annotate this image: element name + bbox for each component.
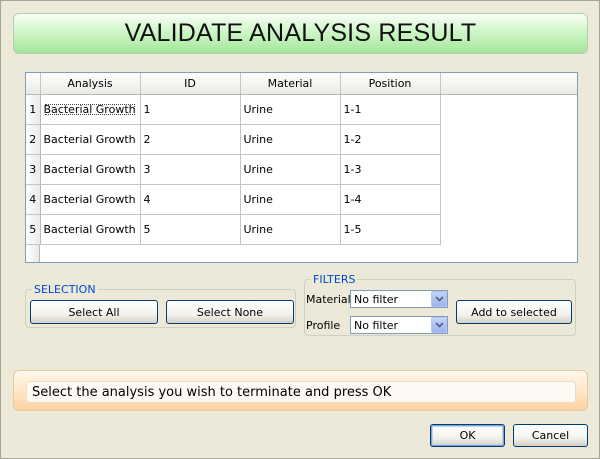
cell-position[interactable]: 1-2 [340,124,441,155]
table-row[interactable]: 5 Bacterial Growth 5 Urine 1-5 [26,214,441,245]
cell-id[interactable]: 4 [140,184,241,215]
cell-material[interactable]: Urine [240,124,341,155]
column-header-id[interactable]: ID [140,73,241,95]
row-number[interactable]: 5 [26,214,41,245]
cell-position[interactable]: 1-5 [340,214,441,245]
cell-analysis[interactable]: Bacterial Growth [40,154,141,185]
status-message: Select the analysis you wish to terminat… [26,381,576,403]
table-header-filler [440,73,577,95]
select-none-button[interactable]: Select None [166,300,294,324]
profile-filter-value: No filter [354,318,399,332]
title-banner: VALIDATE ANALYSIS RESULT [13,13,588,54]
dialog-title: VALIDATE ANALYSIS RESULT [124,19,477,47]
chevron-down-icon[interactable] [431,317,447,333]
column-header-position[interactable]: Position [340,73,441,95]
row-number[interactable]: 2 [26,124,41,155]
cell-position[interactable]: 1-3 [340,154,441,185]
row-number-header [26,73,41,95]
cell-id[interactable]: 2 [140,124,241,155]
material-filter-label: Material [306,293,351,306]
column-header-material[interactable]: Material [240,73,341,95]
table-row[interactable]: 2 Bacterial Growth 2 Urine 1-2 [26,124,441,155]
chevron-down-icon[interactable] [431,291,447,307]
row-header-filler [26,245,40,262]
cell-position[interactable]: 1-1 [340,94,441,125]
profile-filter-label: Profile [306,319,341,332]
table-header-row: Analysis ID Material Position [26,73,441,95]
column-header-analysis[interactable]: Analysis [40,73,141,95]
cell-material[interactable]: Urine [240,214,341,245]
row-number[interactable]: 1 [26,94,41,125]
filters-legend: FILTERS [313,273,356,286]
cell-analysis[interactable]: Bacterial Growth [40,94,141,125]
cell-material[interactable]: Urine [240,184,341,215]
cancel-button[interactable]: Cancel [513,424,588,447]
select-all-button[interactable]: Select All [30,300,158,324]
cell-analysis[interactable]: Bacterial Growth [40,184,141,215]
cell-material[interactable]: Urine [240,154,341,185]
status-banner: Select the analysis you wish to terminat… [13,370,588,411]
profile-filter-select[interactable]: No filter [350,316,448,334]
analysis-table-panel: Analysis ID Material Position 1 Bacteria… [25,72,578,263]
cell-analysis[interactable]: Bacterial Growth [40,214,141,245]
row-number[interactable]: 3 [26,154,41,185]
cell-material[interactable]: Urine [240,94,341,125]
analysis-table: Analysis ID Material Position 1 Bacteria… [26,73,441,245]
dialog-window: VALIDATE ANALYSIS RESULT Analysis ID Mat… [0,0,600,459]
cell-id[interactable]: 1 [140,94,241,125]
row-number[interactable]: 4 [26,184,41,215]
cell-id[interactable]: 5 [140,214,241,245]
table-row[interactable]: 1 Bacterial Growth 1 Urine 1-1 [26,94,441,125]
material-filter-select[interactable]: No filter [350,290,448,308]
table-row[interactable]: 3 Bacterial Growth 3 Urine 1-3 [26,154,441,185]
ok-button[interactable]: OK [430,424,505,447]
add-to-selected-button[interactable]: Add to selected [456,300,572,324]
cell-position[interactable]: 1-4 [340,184,441,215]
cell-analysis-text: Bacterial Growth [43,102,136,116]
cell-id[interactable]: 3 [140,154,241,185]
material-filter-value: No filter [354,292,399,306]
cell-analysis[interactable]: Bacterial Growth [40,124,141,155]
table-row[interactable]: 4 Bacterial Growth 4 Urine 1-4 [26,184,441,215]
selection-legend: SELECTION [34,283,96,296]
